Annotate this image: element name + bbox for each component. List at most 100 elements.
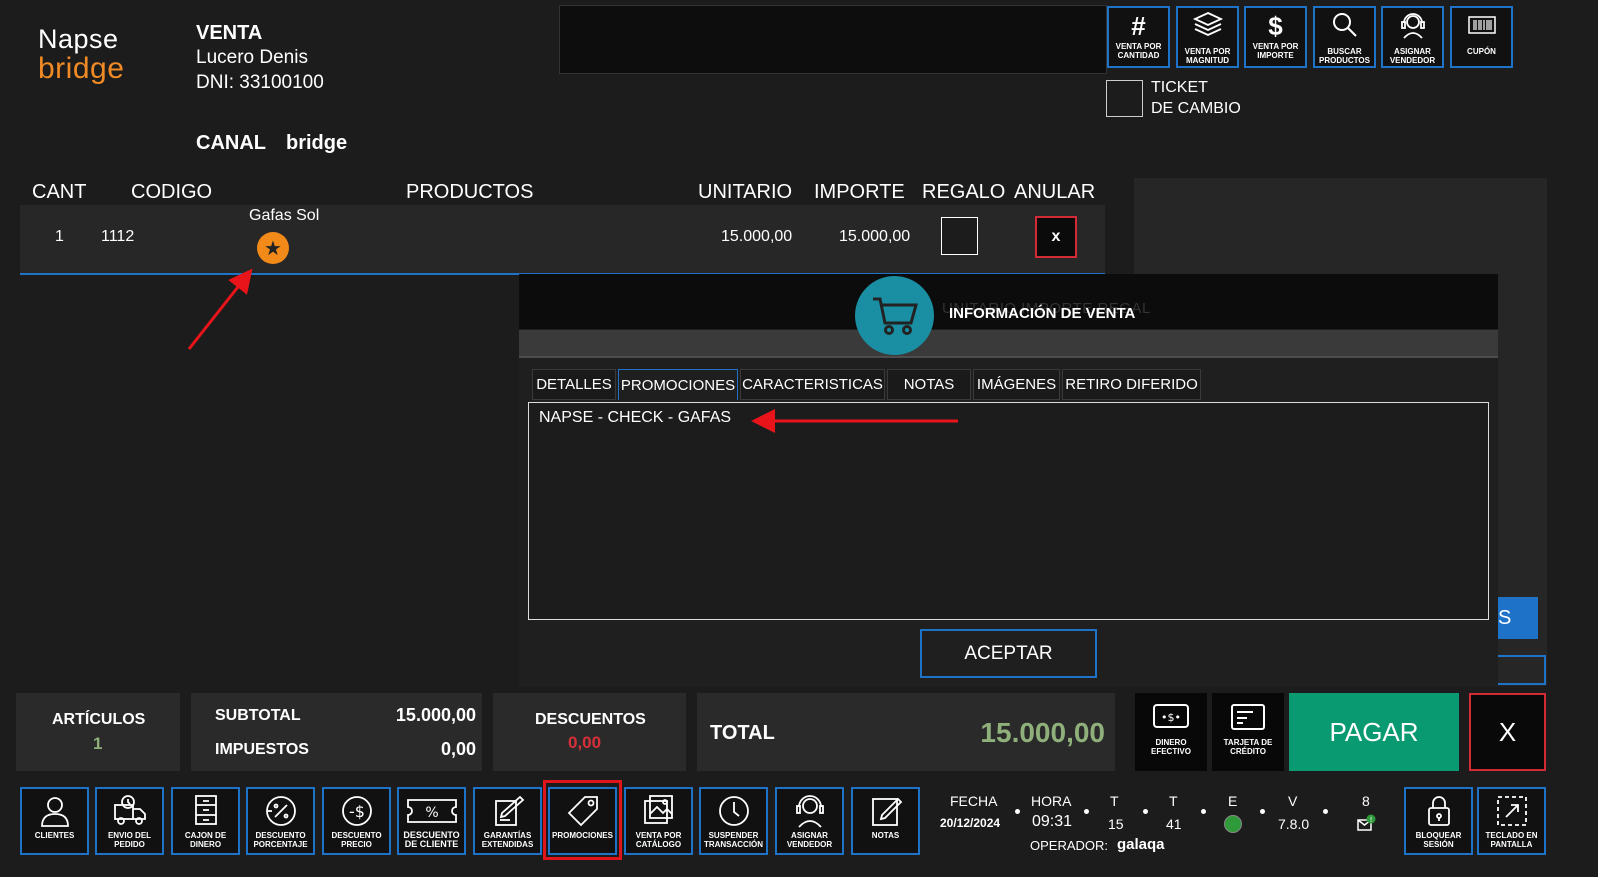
hora-value: 09:31 — [1032, 813, 1073, 830]
hidden-outline-button[interactable] — [1498, 655, 1546, 685]
magnifier-icon — [1329, 10, 1361, 47]
venta-por-cantidad-button[interactable]: # VENTA POR CANTIDAD — [1107, 6, 1170, 68]
teclado-pantalla-button[interactable]: TECLADO EN PANTALLA — [1477, 787, 1546, 855]
svg-text:%: % — [425, 805, 438, 821]
header-productos: PRODUCTOS — [406, 181, 534, 203]
tab-caracteristicas[interactable]: CARACTERISTICAS — [740, 369, 885, 400]
warranty-icon — [490, 791, 526, 831]
notas-button[interactable]: NOTAS — [851, 787, 920, 855]
row-producto: Gafas Sol — [249, 207, 320, 224]
dollar-icon: $ — [1268, 11, 1283, 41]
sale-type: VENTA — [196, 22, 263, 44]
venta-por-magnitud-button[interactable]: VENTA POR MAGNITUD — [1176, 6, 1239, 68]
header-anular: ANULAR — [1014, 181, 1096, 203]
asignar-vendedor-top-button[interactable]: ASIGNAR VENDEDOR — [1381, 6, 1444, 68]
svg-text:!: ! — [1370, 816, 1373, 824]
garantias-extendidas-button[interactable]: GARANTÍAS EXTENDIDAS — [473, 787, 542, 855]
descuento-precio-button[interactable]: -$ DESCUENTO PRECIO — [322, 787, 391, 855]
venta-catalogo-button[interactable]: VENTA POR CATÁLOGO — [624, 787, 693, 855]
subtotal-box: SUBTOTAL 15.000,00 IMPUESTOS 0,00 — [191, 693, 482, 771]
status-separator — [1015, 809, 1020, 814]
status-separator — [1143, 809, 1148, 814]
regalo-checkbox[interactable] — [941, 217, 978, 255]
asignar-vendedor-button[interactable]: ASIGNAR VENDEDOR — [775, 787, 844, 855]
logo-napse: Napse — [38, 24, 119, 54]
annotation-arrow-promo — [751, 409, 958, 433]
promotions-panel: NAPSE - CHECK - GAFAS — [528, 402, 1489, 620]
n-label: 8 — [1362, 793, 1370, 809]
logo-bridge: bridge — [38, 52, 125, 85]
row-cant: 1 — [55, 228, 64, 245]
ticket-cambio-label-2: DE CAMBIO — [1151, 100, 1241, 117]
descuento-porcentaje-button[interactable]: DESCUENTO PORCENTAJE — [246, 787, 315, 855]
header-regalo: REGALO — [922, 181, 1006, 203]
operador-label: OPERADOR: — [1030, 838, 1109, 853]
tab-detalles[interactable]: DETALLES — [532, 369, 616, 400]
hidden-action-button[interactable]: S — [1498, 597, 1538, 639]
svg-text:•$•: •$• — [1161, 711, 1181, 724]
descuento-cliente-button[interactable]: % DESCUENTO DE CLIENTE — [397, 787, 466, 855]
t1-label: T — [1110, 793, 1119, 809]
header-importe: IMPORTE — [814, 181, 905, 203]
header-unitario: UNITARIO — [698, 181, 793, 203]
status-separator — [1084, 809, 1089, 814]
tab-promociones[interactable]: PROMOCIONES — [618, 369, 738, 400]
modal-separator — [519, 330, 1498, 358]
layers-icon — [1192, 10, 1224, 47]
status-separator — [1260, 809, 1265, 814]
scanner-display — [559, 5, 1107, 74]
t2-value: 41 — [1166, 816, 1182, 832]
truck-icon — [112, 791, 148, 831]
anular-button[interactable]: x — [1035, 216, 1077, 258]
status-separator — [1201, 809, 1206, 814]
note-icon — [868, 791, 904, 831]
dinero-efectivo-button[interactable]: •$• DINERO EFECTIVO — [1135, 693, 1207, 771]
e-label: E — [1228, 793, 1238, 809]
header-cant: CANT — [32, 181, 87, 203]
pagar-button[interactable]: PAGAR — [1289, 693, 1459, 771]
buscar-productos-button[interactable]: BUSCAR PRODUCTOS — [1313, 6, 1376, 68]
tab-notas[interactable]: NOTAS — [887, 369, 971, 400]
cash-drawer-icon — [188, 791, 224, 831]
hash-icon: # — [1131, 11, 1146, 41]
cancel-sale-button[interactable]: X — [1469, 693, 1546, 771]
fecha-value: 20/12/2024 — [940, 816, 1001, 830]
aceptar-button[interactable]: ACEPTAR — [920, 629, 1097, 678]
tab-retiro-diferido[interactable]: RETIRO DIFERIDO — [1062, 369, 1201, 400]
promotion-star-icon[interactable]: ★ — [257, 232, 289, 264]
annotation-highlight-box — [543, 780, 622, 860]
headset-icon — [792, 791, 828, 831]
credit-card-icon — [1229, 703, 1267, 738]
customer-dni: DNI: 33100100 — [196, 72, 324, 93]
headset-icon — [1397, 10, 1429, 47]
svg-text:-$: -$ — [349, 802, 365, 821]
notification-icon[interactable]: ! — [1357, 814, 1377, 832]
percent-discount-icon — [263, 791, 299, 831]
lock-icon — [1421, 791, 1457, 831]
row-unitario: 15.000,00 — [721, 228, 793, 245]
clientes-button[interactable]: CLIENTES — [20, 787, 89, 855]
cash-icon: •$• — [1152, 703, 1190, 738]
envio-pedido-button[interactable]: ENVIO DEL PEDIDO — [95, 787, 164, 855]
v-value: 7.8.0 — [1278, 816, 1310, 832]
suspender-transaccion-button[interactable]: SUSPENDER TRANSACCIÓN — [699, 787, 768, 855]
ticket-cambio-checkbox[interactable] — [1106, 80, 1143, 117]
catalog-icon — [641, 791, 677, 831]
cupon-button[interactable]: CUPÓN — [1450, 6, 1513, 68]
total-box: TOTAL 15.000,00 — [697, 693, 1115, 771]
articulos-box: ARTÍCULOS 1 — [16, 693, 180, 771]
row-codigo: 1112 — [101, 228, 135, 245]
descuentos-box: DESCUENTOS 0,00 — [493, 693, 686, 771]
cajon-dinero-button[interactable]: CAJON DE DINERO — [171, 787, 240, 855]
tarjeta-credito-button[interactable]: TARJETA DE CRÉDITO — [1212, 693, 1284, 771]
bloquear-sesion-button[interactable]: BLOQUEAR SESIÓN — [1404, 787, 1473, 855]
venta-por-importe-button[interactable]: $ VENTA POR IMPORTE — [1244, 6, 1307, 68]
t1-value: 15 — [1108, 816, 1124, 832]
cart-icon — [855, 276, 934, 355]
header-codigo: CODIGO — [131, 181, 213, 203]
promotion-item: NAPSE - CHECK - GAFAS — [539, 409, 732, 426]
modal-title: INFORMACIÓN DE VENTA — [949, 305, 1136, 322]
price-discount-icon: -$ — [339, 791, 375, 831]
tab-imagenes[interactable]: IMÁGENES — [973, 369, 1060, 400]
operador-value: galaqa — [1117, 836, 1165, 853]
